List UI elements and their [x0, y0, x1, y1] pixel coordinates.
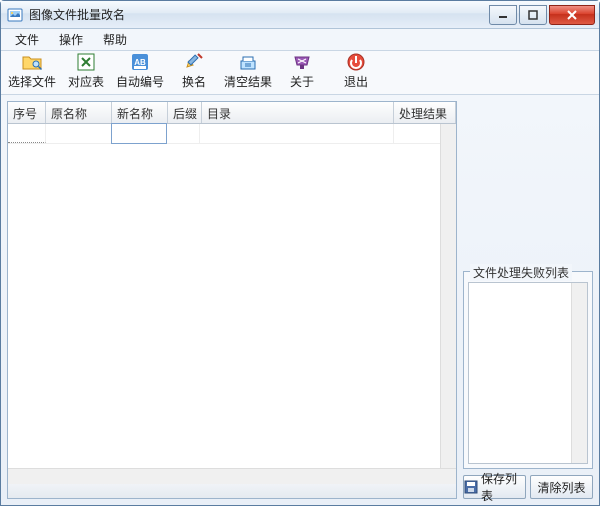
cell-old-name[interactable] [46, 124, 112, 143]
minimize-button[interactable] [489, 5, 517, 25]
select-files-button[interactable]: 选择文件 [7, 49, 57, 92]
toolbar: 选择文件 对应表 AB 自动编号 换名 清空结果 [1, 51, 599, 95]
menu-operate[interactable]: 操作 [49, 29, 93, 50]
about-button[interactable]: 关于 [277, 49, 327, 92]
auto-number-button[interactable]: AB 自动编号 [115, 49, 165, 92]
exit-button[interactable]: 退出 [331, 49, 381, 92]
toolbar-label: 自动编号 [116, 73, 164, 90]
clear-results-button[interactable]: 清空结果 [223, 49, 273, 92]
side-panel: 文件处理失败列表 保存列表 清除列表 [463, 101, 593, 499]
fail-list-group: 文件处理失败列表 [463, 271, 593, 469]
table-body[interactable] [8, 124, 456, 468]
rename-button[interactable]: 换名 [169, 49, 219, 92]
clear-icon [237, 51, 259, 73]
exit-icon [345, 51, 367, 73]
title-bar[interactable]: 图像文件批量改名 [1, 1, 599, 29]
side-button-row: 保存列表 清除列表 [463, 475, 593, 499]
rename-icon [183, 51, 205, 73]
fail-list-label: 文件处理失败列表 [470, 264, 572, 281]
client-area: 序号 原名称 新名称 后缀 目录 处理结果 [1, 95, 599, 505]
col-seq[interactable]: 序号 [8, 102, 46, 123]
toolbar-label: 关于 [290, 73, 314, 90]
window-title: 图像文件批量改名 [29, 6, 487, 23]
save-icon [464, 480, 478, 494]
mapping-table-button[interactable]: 对应表 [61, 49, 111, 92]
table-header: 序号 原名称 新名称 后缀 目录 处理结果 [8, 102, 456, 124]
file-table: 序号 原名称 新名称 后缀 目录 处理结果 [7, 101, 457, 499]
excel-icon [75, 51, 97, 73]
cell-new-name[interactable] [111, 123, 167, 144]
close-button[interactable] [549, 5, 595, 25]
toolbar-label: 对应表 [68, 73, 104, 90]
cell-ext[interactable] [166, 124, 200, 143]
clear-list-button[interactable]: 清除列表 [530, 475, 593, 499]
menu-file[interactable]: 文件 [5, 29, 49, 50]
save-list-button[interactable]: 保存列表 [463, 475, 526, 499]
vertical-scrollbar[interactable] [571, 283, 587, 463]
auto-number-icon: AB [129, 51, 151, 73]
col-new-name[interactable]: 新名称 [112, 102, 168, 123]
table-row[interactable] [8, 124, 456, 144]
button-label: 保存列表 [481, 470, 525, 504]
menu-bar: 文件 操作 帮助 [1, 29, 599, 51]
fail-list[interactable] [468, 282, 588, 464]
col-dir[interactable]: 目录 [202, 102, 394, 123]
cell-seq[interactable] [8, 124, 46, 143]
col-ext[interactable]: 后缀 [168, 102, 202, 123]
svg-text:AB: AB [134, 58, 146, 67]
app-icon [7, 7, 23, 23]
toolbar-label: 清空结果 [224, 73, 272, 90]
app-window: 图像文件批量改名 文件 操作 帮助 选择文件 [0, 0, 600, 506]
toolbar-label: 选择文件 [8, 73, 56, 90]
window-buttons [487, 5, 595, 25]
button-label: 清除列表 [537, 479, 585, 496]
col-old-name[interactable]: 原名称 [46, 102, 112, 123]
cell-dir[interactable] [200, 124, 394, 143]
toolbar-label: 退出 [344, 73, 368, 90]
menu-help[interactable]: 帮助 [93, 29, 137, 50]
maximize-button[interactable] [519, 5, 547, 25]
folder-search-icon [21, 51, 43, 73]
toolbar-label: 换名 [182, 73, 206, 90]
table-footer [8, 484, 456, 498]
horizontal-scrollbar[interactable] [8, 468, 456, 484]
col-result[interactable]: 处理结果 [394, 102, 456, 123]
vertical-scrollbar[interactable] [440, 124, 456, 468]
about-icon [291, 51, 313, 73]
